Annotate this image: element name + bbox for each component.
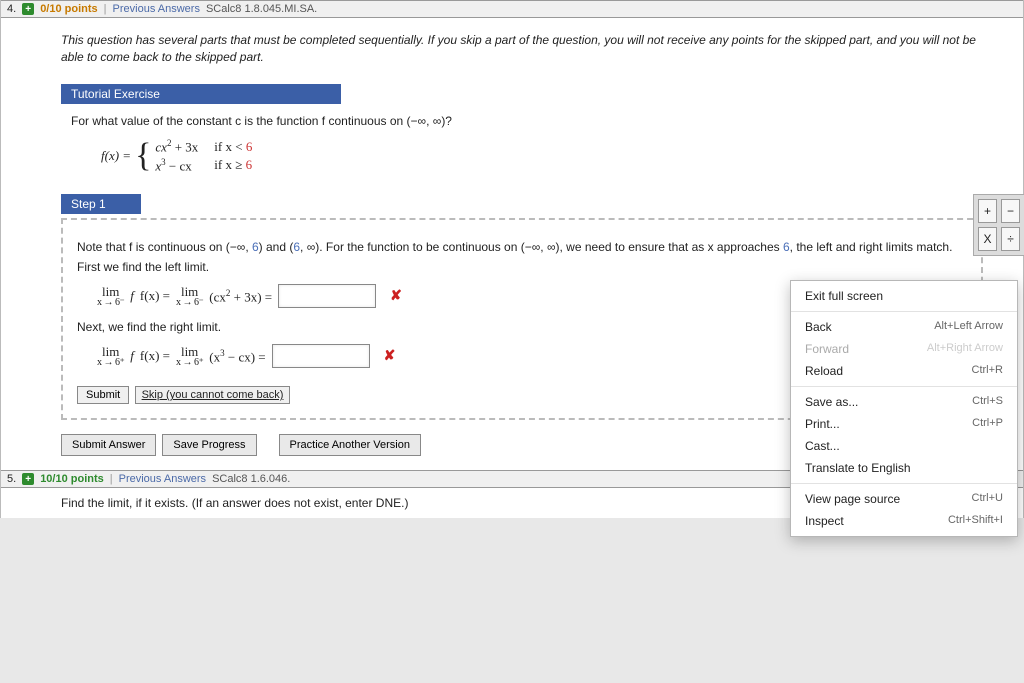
- submit-answer-button[interactable]: Submit Answer: [61, 434, 156, 456]
- ctx-cast[interactable]: Cast...: [791, 435, 1017, 457]
- wrong-icon: ✘: [384, 348, 396, 365]
- piecewise-function: f(x) = { cx2 + 3x x3 − cx if x < 6 if x …: [101, 138, 983, 175]
- calc-plus-button[interactable]: +: [978, 199, 997, 223]
- practice-another-button[interactable]: Practice Another Version: [279, 434, 421, 456]
- ctx-save-as[interactable]: Save as...Ctrl+S: [791, 391, 1017, 413]
- sequential-warning: This question has several parts that mus…: [61, 32, 983, 66]
- save-progress-button[interactable]: Save Progress: [162, 434, 256, 456]
- calc-minus-button[interactable]: −: [1001, 199, 1020, 223]
- left-limit-input[interactable]: [278, 284, 376, 308]
- submit-step-button[interactable]: Submit: [77, 386, 129, 404]
- expand-icon[interactable]: +: [22, 3, 34, 15]
- tutorial-exercise-header: Tutorial Exercise: [61, 84, 341, 104]
- ctx-view-source[interactable]: View page sourceCtrl+U: [791, 488, 1017, 510]
- points: 10/10 points: [40, 473, 104, 485]
- ctx-print[interactable]: Print...Ctrl+P: [791, 413, 1017, 435]
- ctx-inspect[interactable]: InspectCtrl+Shift+I: [791, 510, 1017, 532]
- wrong-icon: ✘: [390, 288, 402, 305]
- previous-answers-link[interactable]: Previous Answers: [113, 3, 200, 15]
- right-limit-input[interactable]: [272, 344, 370, 368]
- expand-icon[interactable]: +: [22, 473, 34, 485]
- left-limit-intro: First we find the left limit.: [77, 260, 967, 274]
- question-prompt: For what value of the constant c is the …: [71, 114, 983, 128]
- ctx-back[interactable]: BackAlt+Left Arrow: [791, 316, 1017, 338]
- source-ref: SCalc8 1.6.046.: [212, 473, 290, 485]
- question-number: 4.: [7, 3, 16, 15]
- points: 0/10 points: [40, 3, 97, 15]
- ctx-translate[interactable]: Translate to English: [791, 457, 1017, 479]
- context-menu: Exit full screen BackAlt+Left Arrow Forw…: [790, 280, 1018, 537]
- ctx-forward: ForwardAlt+Right Arrow: [791, 338, 1017, 360]
- question-4-header: 4. + 0/10 points | Previous Answers SCal…: [1, 0, 1023, 18]
- previous-answers-link[interactable]: Previous Answers: [119, 473, 206, 485]
- question-number: 5.: [7, 473, 16, 485]
- skip-button[interactable]: Skip (you cannot come back): [135, 386, 291, 404]
- calculator-panel: + − X ÷: [973, 194, 1024, 256]
- source-ref: SCalc8 1.8.045.MI.SA.: [206, 3, 317, 15]
- step-1-header: Step 1: [61, 194, 141, 214]
- calc-x-button[interactable]: X: [978, 227, 997, 251]
- ctx-exit-fullscreen[interactable]: Exit full screen: [791, 285, 1017, 307]
- step-explanation: Note that f is continuous on (−∞, 6) and…: [77, 240, 967, 254]
- calc-div-button[interactable]: ÷: [1001, 227, 1020, 251]
- ctx-reload[interactable]: ReloadCtrl+R: [791, 360, 1017, 382]
